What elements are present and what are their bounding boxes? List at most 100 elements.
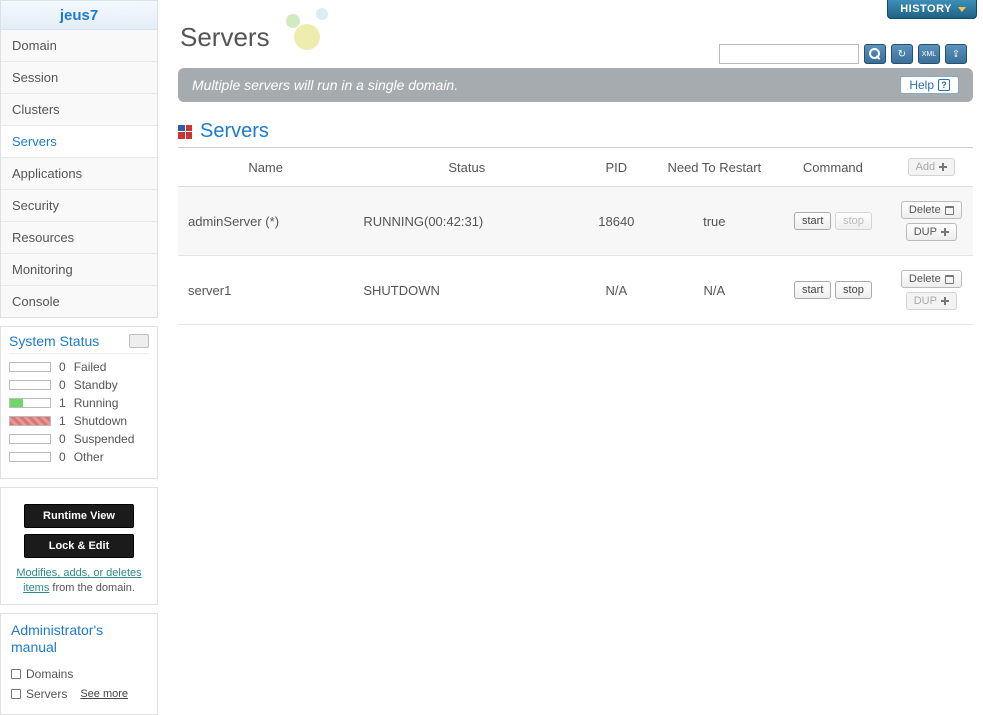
- cell-command: start stop: [776, 187, 889, 256]
- status-label: Standby: [74, 378, 118, 392]
- description-bar: Multiple servers will run in a single do…: [178, 68, 973, 102]
- col-actions: Add: [890, 148, 973, 187]
- start-button[interactable]: start: [794, 281, 831, 299]
- status-bar-icon: [9, 416, 51, 426]
- cell-pid: N/A: [580, 256, 652, 325]
- help-button[interactable]: Help ?: [900, 76, 959, 94]
- laptop-icon: [129, 334, 149, 348]
- page-title: Servers: [178, 12, 973, 53]
- book-icon: [11, 669, 21, 679]
- delete-button[interactable]: Delete: [901, 270, 962, 288]
- delete-label: Delete: [909, 273, 941, 285]
- manual-item-servers[interactable]: Servers See more: [11, 684, 147, 704]
- nav-item-console[interactable]: Console: [1, 286, 157, 317]
- col-command: Command: [776, 148, 889, 187]
- status-label: Failed: [74, 360, 107, 374]
- nav-item-domain[interactable]: Domain: [1, 30, 157, 62]
- status-label: Suspended: [74, 432, 135, 446]
- servers-table: Name Status PID Need To Restart Command …: [178, 148, 973, 325]
- col-name: Name: [178, 148, 353, 187]
- cell-actions: Delete DUP: [890, 187, 973, 256]
- status-count: 0: [59, 450, 66, 464]
- dup-label: DUP: [914, 226, 937, 238]
- nav-item-clusters[interactable]: Clusters: [1, 94, 157, 126]
- main-content: HISTORY Servers ↻ XML ⇪ Multiple servers…: [158, 0, 983, 713]
- system-status-panel: System Status 0 Failed 0 Standby 1 Runni…: [0, 326, 158, 479]
- start-button[interactable]: start: [794, 212, 831, 230]
- cell-pid: 18640: [580, 187, 652, 256]
- manual-title: Administrator's manual: [11, 622, 147, 656]
- lock-edit-button[interactable]: Lock & Edit: [24, 534, 134, 558]
- page-header: Servers ↻ XML ⇪: [178, 4, 973, 62]
- col-restart: Need To Restart: [652, 148, 776, 187]
- section-title-text: Servers: [200, 120, 269, 143]
- status-count: 1: [59, 414, 66, 428]
- status-label: Shutdown: [74, 414, 127, 428]
- add-label: Add: [916, 161, 936, 173]
- status-row-other: 0 Other: [9, 450, 149, 464]
- runtime-view-button[interactable]: Runtime View: [24, 504, 134, 528]
- status-bar-icon: [9, 398, 51, 408]
- manual-item-label: Servers: [26, 687, 67, 701]
- plus-icon: [939, 163, 947, 171]
- stop-button[interactable]: stop: [835, 212, 872, 230]
- manual-panel: Administrator's manual Domains Servers S…: [0, 613, 158, 715]
- status-row-shutdown: 1 Shutdown: [9, 414, 149, 428]
- brand-text: jeus7: [60, 7, 98, 24]
- delete-button[interactable]: Delete: [901, 201, 962, 219]
- question-icon: ?: [938, 79, 950, 91]
- cell-command: start stop: [776, 256, 889, 325]
- status-row-running: 1 Running: [9, 396, 149, 410]
- table-row: adminServer (*) RUNNING(00:42:31) 18640 …: [178, 187, 973, 256]
- nav-item-monitoring[interactable]: Monitoring: [1, 254, 157, 286]
- cell-status: SHUTDOWN: [353, 256, 580, 325]
- dup-label: DUP: [914, 295, 937, 307]
- status-label: Other: [74, 450, 104, 464]
- system-status-title: System Status: [9, 333, 99, 349]
- section-title: Servers: [178, 120, 973, 143]
- plus-icon: [941, 297, 949, 305]
- dup-button[interactable]: DUP: [906, 223, 957, 241]
- delete-label: Delete: [909, 204, 941, 216]
- status-count: 0: [59, 378, 66, 392]
- nav-item-resources[interactable]: Resources: [1, 222, 157, 254]
- nav-item-session[interactable]: Session: [1, 62, 157, 94]
- dup-button[interactable]: DUP: [906, 292, 957, 310]
- status-row-failed: 0 Failed: [9, 360, 149, 374]
- side-actions: Runtime View Lock & Edit Modifies, adds,…: [0, 487, 158, 605]
- see-more-link[interactable]: See more: [80, 688, 128, 700]
- cell-name[interactable]: server1: [178, 256, 353, 325]
- status-bar-icon: [9, 380, 51, 390]
- status-count: 0: [59, 360, 66, 374]
- manual-item-domains[interactable]: Domains: [11, 664, 147, 684]
- brand-logo[interactable]: jeus7: [0, 0, 158, 30]
- cell-restart: true: [652, 187, 776, 256]
- stop-button[interactable]: stop: [835, 281, 872, 299]
- status-bar-icon: [9, 452, 51, 462]
- help-label: Help: [909, 78, 934, 92]
- nav-menu: Domain Session Clusters Servers Applicat…: [0, 30, 158, 318]
- trash-icon: [945, 275, 954, 284]
- plus-icon: [941, 228, 949, 236]
- grid-icon: [178, 125, 192, 139]
- status-label: Running: [74, 396, 119, 410]
- cell-restart: N/A: [652, 256, 776, 325]
- nav-item-security[interactable]: Security: [1, 190, 157, 222]
- status-row-suspended: 0 Suspended: [9, 432, 149, 446]
- description-text: Multiple servers will run in a single do…: [192, 77, 458, 93]
- manual-item-label: Domains: [26, 667, 73, 681]
- status-row-standby: 0 Standby: [9, 378, 149, 392]
- cell-name[interactable]: adminServer (*): [178, 187, 353, 256]
- modify-tail: from the domain.: [49, 582, 135, 594]
- cell-actions: Delete DUP: [890, 256, 973, 325]
- add-button[interactable]: Add: [908, 158, 956, 176]
- col-pid: PID: [580, 148, 652, 187]
- nav-item-servers[interactable]: Servers: [1, 126, 157, 158]
- table-row: server1 SHUTDOWN N/A N/A start stop Dele…: [178, 256, 973, 325]
- book-icon: [11, 689, 21, 699]
- status-count: 1: [59, 396, 66, 410]
- status-count: 0: [59, 432, 66, 446]
- status-bar-icon: [9, 362, 51, 372]
- sidebar: jeus7 Domain Session Clusters Servers Ap…: [0, 0, 158, 713]
- nav-item-applications[interactable]: Applications: [1, 158, 157, 190]
